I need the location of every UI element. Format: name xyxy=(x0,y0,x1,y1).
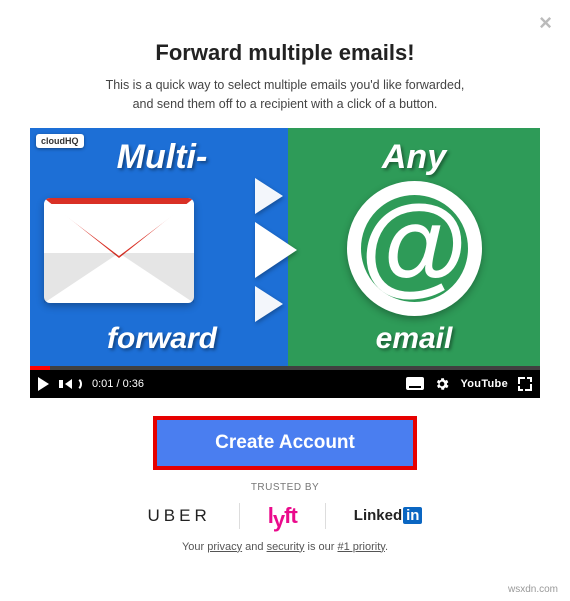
uber-logo: UBER xyxy=(148,506,211,526)
privacy-link[interactable]: privacy xyxy=(207,541,242,553)
watermark: wsxdn.com xyxy=(508,584,558,595)
lyft-logo: lyft xyxy=(268,503,297,529)
video-frame: Multi- forward Any @ email xyxy=(30,128,540,366)
close-icon[interactable]: × xyxy=(539,10,552,36)
logo-divider xyxy=(325,503,326,529)
video-left-pane: Multi- forward xyxy=(30,128,288,366)
priority-link[interactable]: #1 priority xyxy=(337,541,384,553)
modal-content: Forward multiple emails! This is a quick… xyxy=(0,0,570,563)
linkedin-logo: Linkedin xyxy=(354,507,423,524)
youtube-logo-button[interactable]: YouTube xyxy=(460,378,508,390)
modal-subtitle: This is a quick way to select multiple e… xyxy=(30,76,540,114)
video-right-pane: Any @ email xyxy=(288,128,540,366)
subtitle-line-1: This is a quick way to select multiple e… xyxy=(106,78,465,92)
video-time: 0:01 / 0:36 xyxy=(92,378,144,390)
video-text-forward: forward xyxy=(44,322,280,356)
logo-divider xyxy=(239,503,240,529)
volume-icon[interactable] xyxy=(59,377,82,391)
video-text-any: Any xyxy=(382,140,446,174)
subtitle-line-2: and send them off to a recipient with a … xyxy=(133,97,438,111)
at-symbol-icon: @ xyxy=(347,181,482,316)
fullscreen-icon[interactable] xyxy=(518,377,532,391)
trusted-by-label: TRUSTED BY xyxy=(30,482,540,493)
footer-text: Your privacy and security is our #1 prio… xyxy=(30,541,540,553)
create-account-button[interactable]: Create Account xyxy=(157,420,413,466)
play-button-icon[interactable] xyxy=(38,377,49,391)
gmail-envelope-icon xyxy=(44,198,194,303)
security-link[interactable]: security xyxy=(267,541,305,553)
forward-arrows-icon xyxy=(255,178,297,330)
subtitles-icon[interactable] xyxy=(406,377,424,390)
modal-title: Forward multiple emails! xyxy=(30,40,540,66)
video-player[interactable]: cloudHQ Multi- forward Any @ email xyxy=(30,128,540,398)
cta-highlight-box: Create Account xyxy=(153,416,417,470)
trusted-logos-row: UBER lyft Linkedin xyxy=(30,503,540,529)
settings-gear-icon[interactable] xyxy=(434,376,450,392)
video-controls: 0:01 / 0:36 YouTube xyxy=(30,370,540,398)
video-channel-badge: cloudHQ xyxy=(36,134,84,148)
video-text-email: email xyxy=(376,322,453,356)
